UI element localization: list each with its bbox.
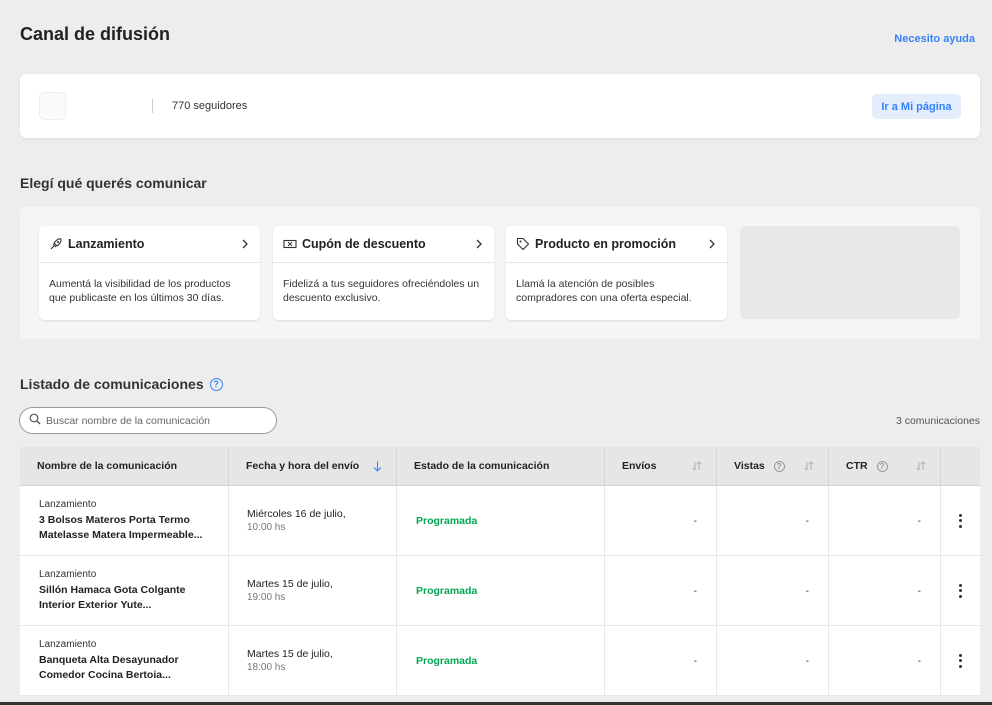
sort-icon[interactable]: [804, 461, 814, 474]
table-header: Nombre de la comunicación Fecha y hora d…: [20, 447, 980, 486]
sort-down-icon[interactable]: [373, 461, 382, 475]
sort-icon[interactable]: [916, 461, 926, 474]
communication-name[interactable]: Banqueta Alta Desayunador Comedor Cocina…: [39, 653, 218, 683]
option-title: Producto en promoción: [535, 237, 676, 251]
views-value: -: [717, 626, 829, 695]
send-time: 18:00 hs: [247, 661, 286, 673]
option-title: Cupón de descuento: [302, 237, 426, 251]
status-badge: Programada: [397, 486, 605, 555]
table-row[interactable]: Lanzamiento Sillón Hamaca Gota Colgante …: [20, 556, 980, 626]
search-box[interactable]: [19, 407, 277, 434]
column-header-ctr[interactable]: CTR ?: [829, 447, 941, 485]
column-header-actions: [941, 447, 980, 485]
help-icon[interactable]: ?: [209, 377, 223, 391]
row-menu-button[interactable]: [941, 486, 980, 555]
communicate-section-title: Elegí qué querés comunicar: [20, 175, 207, 191]
more-vertical-icon: [959, 653, 962, 668]
option-title: Lanzamiento: [68, 237, 145, 251]
option-card-coupon[interactable]: Cupón de descuento Fidelizá a tus seguid…: [273, 226, 494, 320]
option-description: Llamá la atención de posibles compradore…: [516, 278, 692, 304]
option-card-launch[interactable]: Lanzamiento Aumentá la visibilidad de lo…: [39, 226, 260, 320]
followers-count: 770 seguidores: [172, 100, 248, 112]
help-icon[interactable]: ?: [876, 460, 888, 472]
send-time: 19:00 hs: [247, 591, 286, 603]
communication-type: Lanzamiento: [39, 498, 97, 510]
search-icon: [29, 412, 41, 430]
divider: [152, 99, 153, 113]
send-date: Martes 15 de julio,: [247, 647, 333, 660]
communication-type: Lanzamiento: [39, 638, 97, 650]
option-card-promotion[interactable]: Producto en promoción Llamá la atención …: [506, 226, 727, 320]
more-vertical-icon: [959, 583, 962, 598]
communications-table: Nombre de la comunicación Fecha y hora d…: [20, 447, 980, 696]
communication-name[interactable]: 3 Bolsos Materos Porta Termo Matelasse M…: [39, 513, 218, 543]
send-date: Miércoles 16 de julio,: [247, 507, 346, 520]
ctr-value: -: [829, 626, 941, 695]
chevron-right-icon: [240, 239, 250, 249]
communications-count: 3 comunicaciones: [895, 415, 980, 427]
avatar: [39, 92, 66, 120]
ctr-value: -: [829, 486, 941, 555]
sort-icon[interactable]: [692, 461, 702, 474]
table-row[interactable]: Lanzamiento Banqueta Alta Desayunador Co…: [20, 626, 980, 696]
more-vertical-icon: [959, 513, 962, 528]
column-header-date[interactable]: Fecha y hora del envío: [229, 447, 397, 485]
option-description: Fidelizá a tus seguidores ofreciéndoles …: [283, 278, 480, 304]
ctr-value: -: [829, 556, 941, 625]
list-section-title: Listado de comunicaciones ?: [20, 376, 223, 392]
column-header-status: Estado de la comunicación: [397, 447, 605, 485]
options-panel: Lanzamiento Aumentá la visibilidad de lo…: [20, 207, 980, 339]
my-page-button[interactable]: Ir a Mi página: [872, 94, 961, 119]
sends-value: -: [605, 486, 717, 555]
communication-name[interactable]: Sillón Hamaca Gota Colgante Interior Ext…: [39, 583, 218, 613]
column-header-sends[interactable]: Envíos: [605, 447, 717, 485]
status-badge: Programada: [397, 626, 605, 695]
chevron-right-icon: [707, 239, 717, 249]
help-link[interactable]: Necesito ayuda: [894, 33, 975, 45]
search-input[interactable]: [46, 414, 266, 427]
send-date: Martes 15 de julio,: [247, 577, 333, 590]
page-title: Canal de difusión: [20, 24, 171, 44]
column-header-name: Nombre de la comunicación: [20, 447, 229, 485]
table-row[interactable]: Lanzamiento 3 Bolsos Materos Porta Termo…: [20, 486, 980, 556]
sends-value: -: [605, 556, 717, 625]
views-value: -: [717, 556, 829, 625]
list-title-text: Listado de comunicaciones: [20, 376, 204, 392]
communication-type: Lanzamiento: [39, 568, 97, 580]
tag-icon: [516, 237, 530, 251]
placeholder-card: [740, 226, 960, 319]
chevron-right-icon: [474, 239, 484, 249]
option-description: Aumentá la visibilidad de los productos …: [49, 278, 231, 304]
status-badge: Programada: [397, 556, 605, 625]
sends-value: -: [605, 626, 717, 695]
views-value: -: [717, 486, 829, 555]
row-menu-button[interactable]: [941, 626, 980, 695]
column-header-views[interactable]: Vistas ?: [717, 447, 829, 485]
profile-card: 770 seguidores Ir a Mi página: [20, 74, 980, 138]
row-menu-button[interactable]: [941, 556, 980, 625]
rocket-icon: [49, 237, 63, 251]
coupon-icon: [283, 237, 297, 251]
send-time: 10:00 hs: [247, 521, 286, 533]
help-icon[interactable]: ?: [773, 460, 785, 472]
